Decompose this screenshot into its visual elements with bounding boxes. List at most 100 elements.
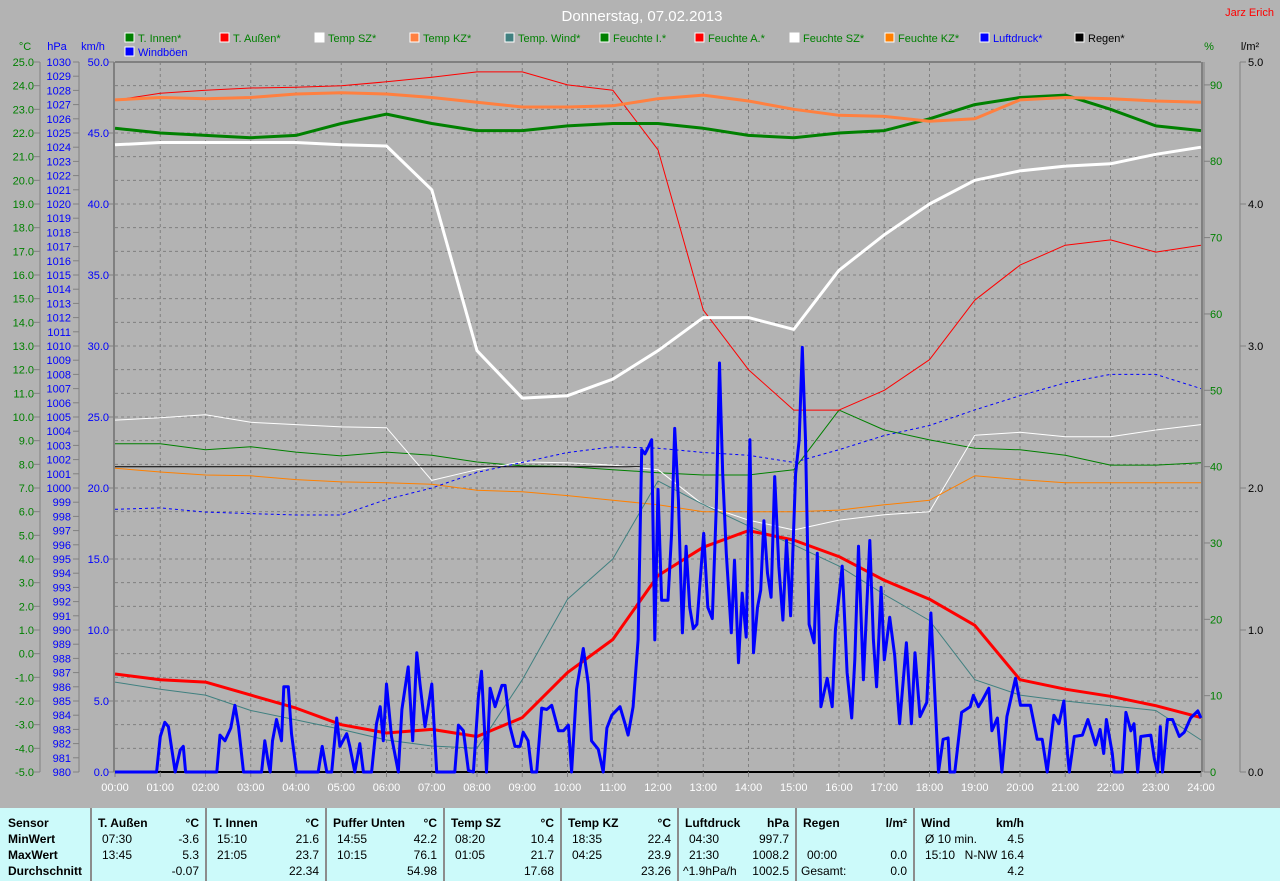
chart-title: Donnerstag, 07.02.2013 — [562, 8, 723, 25]
x-tick-label: 03:00 — [237, 782, 265, 794]
celsius-tick-label: 1.0 — [19, 625, 34, 637]
celsius-tick-label: -3.0 — [15, 720, 34, 732]
hpa-tick-label: 982 — [53, 739, 71, 751]
percent-tick-label: 60 — [1210, 309, 1222, 321]
celsius-tick-label: -4.0 — [15, 743, 34, 755]
hpa-tick-label: 1018 — [47, 227, 71, 239]
max-value: N-NW 16.4 — [964, 848, 1024, 862]
column-header: Puffer Unten — [333, 816, 405, 830]
celsius-tick-label: 13.0 — [13, 341, 34, 353]
average-label: ^1.9hPa/h — [683, 864, 737, 878]
legend-swatch — [124, 46, 135, 57]
min-time: 15:10 — [217, 832, 248, 846]
row-label: MaxWert — [8, 848, 58, 862]
celsius-tick-label: 11.0 — [13, 388, 34, 400]
x-tick-label: 19:00 — [961, 782, 989, 794]
celsius-tick-label: -5.0 — [15, 767, 34, 779]
hpa-tick-label: 991 — [53, 611, 71, 623]
max-time: 15:10 — [925, 848, 956, 862]
column-header: Regen — [803, 816, 840, 830]
hpa-tick-label: 1022 — [47, 171, 71, 183]
max-time: 00:00 — [807, 848, 838, 862]
x-tick-label: 12:00 — [644, 782, 672, 794]
hpa-tick-label: 981 — [53, 753, 71, 765]
x-tick-label: 20:00 — [1006, 782, 1034, 794]
x-tick-label: 01:00 — [146, 782, 174, 794]
stats-column: T. Innen °C 15:10 21.6 21:05 23.7 22.34 — [205, 808, 327, 881]
hpa-tick-label: 1013 — [47, 298, 71, 310]
hpa-tick-label: 996 — [53, 540, 71, 552]
max-time: 13:45 — [102, 848, 133, 862]
hpa-tick-label: 1017 — [47, 242, 71, 254]
hpa-axis-unit: hPa — [47, 41, 67, 53]
legend-label: Temp SZ* — [328, 33, 377, 45]
kmh-tick-label: 50.0 — [88, 57, 109, 69]
legend-label: Windböen — [138, 47, 188, 59]
row-label: Sensor — [8, 816, 49, 830]
hpa-tick-label: 992 — [53, 597, 71, 609]
hpa-tick-label: 993 — [53, 582, 71, 594]
max-time: 10:15 — [337, 848, 368, 862]
hpa-tick-label: 1001 — [47, 469, 71, 481]
hpa-tick-label: 997 — [53, 526, 71, 538]
average-value: 1002.5 — [752, 864, 789, 878]
row-labels-column: Sensor MinWert MaxWert Durchschnitt — [0, 808, 90, 881]
hpa-tick-label: 1021 — [47, 185, 71, 197]
kmh-tick-label: 45.0 — [88, 128, 109, 140]
hpa-tick-label: 1014 — [47, 284, 71, 296]
hpa-tick-label: 1023 — [47, 156, 71, 168]
celsius-tick-label: 21.0 — [13, 152, 34, 164]
celsius-tick-label: 24.0 — [13, 81, 34, 93]
x-tick-label: 04:00 — [282, 782, 310, 794]
hpa-tick-label: 1005 — [47, 412, 71, 424]
hpa-tick-label: 980 — [53, 767, 71, 779]
legend-label: Temp KZ* — [423, 33, 472, 45]
hpa-tick-label: 1009 — [47, 355, 71, 367]
max-time: 04:25 — [572, 848, 603, 862]
legend-label: Luftdruck* — [993, 33, 1043, 45]
legend-swatch — [694, 32, 705, 43]
column-header: T. Innen — [213, 816, 258, 830]
max-value: 21.7 — [530, 848, 554, 862]
celsius-tick-label: 5.0 — [19, 530, 34, 542]
legend-swatch — [409, 32, 420, 43]
average-value: 17.68 — [523, 864, 554, 878]
legend-swatch — [219, 32, 230, 43]
min-value: 22.4 — [647, 832, 671, 846]
legend: T. Innen* T. Außen* Temp SZ* Temp KZ* Temp. … — [124, 32, 1125, 59]
min-value: 21.6 — [295, 832, 319, 846]
hpa-tick-label: 990 — [53, 625, 71, 637]
max-value: 23.9 — [647, 848, 671, 862]
hpa-tick-label: 1029 — [47, 71, 71, 83]
x-tick-label: 21:00 — [1051, 782, 1079, 794]
average-label: Gesamt: — [801, 864, 847, 878]
celsius-tick-label: 23.0 — [13, 104, 34, 116]
hpa-tick-label: 1003 — [47, 440, 71, 452]
x-tick-label: 24:00 — [1187, 782, 1215, 794]
legend-label: Feuchte A.* — [708, 33, 766, 45]
celsius-tick-label: -2.0 — [15, 696, 34, 708]
legend-label: Feuchte KZ* — [898, 33, 960, 45]
celsius-tick-label: 3.0 — [19, 578, 34, 590]
percent-tick-label: 80 — [1210, 156, 1222, 168]
legend-label: Temp. Wind* — [518, 33, 581, 45]
column-header: T. Außen — [98, 816, 148, 830]
max-time: 21:30 — [689, 848, 720, 862]
stats-column: Temp SZ °C 08:20 10.4 01:05 21.7 17.68 — [443, 808, 562, 881]
hpa-tick-label: 1007 — [47, 384, 71, 396]
percent-tick-label: 50 — [1210, 385, 1222, 397]
legend-label: T. Außen* — [233, 33, 281, 45]
min-time: 04:30 — [689, 832, 720, 846]
stats-column: T. Außen °C 07:30 -3.6 13:45 5.3 -0.07 — [90, 808, 207, 881]
row-label: Durchschnitt — [8, 864, 83, 878]
max-value: 0.0 — [890, 848, 907, 862]
kmh-tick-label: 40.0 — [88, 199, 109, 211]
min-time: 18:35 — [572, 832, 603, 846]
rain-tick-label: 3.0 — [1248, 341, 1263, 353]
celsius-tick-label: 14.0 — [13, 317, 34, 329]
rain-tick-label: 1.0 — [1248, 625, 1263, 637]
hpa-tick-label: 1016 — [47, 256, 71, 268]
percent-tick-label: 70 — [1210, 233, 1222, 245]
legend-swatch — [314, 32, 325, 43]
hpa-tick-label: 984 — [53, 710, 71, 722]
